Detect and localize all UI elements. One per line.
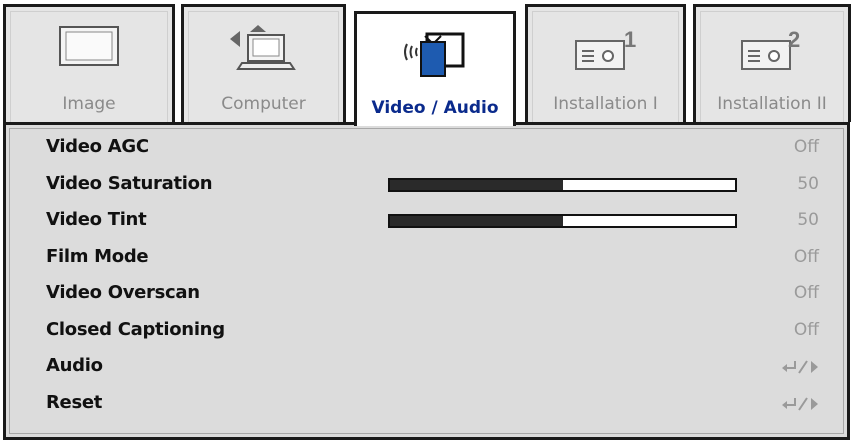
osd-menu: Image Computer Video / Audio 1 Installat… <box>0 0 853 443</box>
menu-item-value: Off <box>793 283 819 303</box>
enter-right-icon <box>782 360 818 374</box>
tv-audio-icon <box>404 32 465 77</box>
menu-item-video-overscan[interactable]: Video Overscan Off <box>6 275 847 311</box>
menu-item-value: 50 <box>797 174 819 194</box>
menu-item-closed-captioning[interactable]: Closed Captioning Off <box>6 312 847 348</box>
monitor-icon <box>59 26 119 66</box>
menu-item-video-saturation[interactable]: Video Saturation 50 <box>6 166 847 202</box>
tab-installation-1[interactable]: 1 Installation I <box>525 4 686 122</box>
tab-label: Installation I <box>553 94 658 114</box>
slider-fill <box>390 180 563 190</box>
tab-label: Computer <box>221 94 306 114</box>
menu-item-reset[interactable]: Reset <box>6 385 847 421</box>
menu-item-label: Reset <box>46 392 103 413</box>
menu-item-label: Video Tint <box>46 209 147 230</box>
svg-text:2: 2 <box>788 27 800 52</box>
projector-2-icon: 2 <box>741 27 800 70</box>
menu-item-film-mode[interactable]: Film Mode Off <box>6 239 847 275</box>
tab-computer[interactable]: Computer <box>181 4 346 122</box>
computer-input-icon <box>229 25 296 70</box>
menu-item-label: Video AGC <box>46 136 149 157</box>
tab-label: Installation II <box>717 94 827 114</box>
menu-item-label: Film Mode <box>46 246 149 267</box>
tab-label: Video / Audio <box>371 98 499 118</box>
menu-item-label: Audio <box>46 355 103 376</box>
svg-text:1: 1 <box>624 27 636 52</box>
tab-label: Image <box>62 94 116 114</box>
slider-fill <box>390 216 563 226</box>
menu-item-value: 50 <box>797 210 819 230</box>
menu-item-label: Video Overscan <box>46 282 200 303</box>
menu-item-value: Off <box>793 137 819 157</box>
tab-installation-2[interactable]: 2 Installation II <box>693 4 851 122</box>
projector-1-icon: 1 <box>574 27 636 70</box>
settings-panel: Video AGC Off Video Saturation 50 Video … <box>3 122 850 440</box>
menu-item-video-tint[interactable]: Video Tint 50 <box>6 202 847 238</box>
enter-right-icon <box>782 397 818 411</box>
menu-item-value: Off <box>793 320 819 340</box>
menu-item-audio[interactable]: Audio <box>6 348 847 384</box>
tint-slider[interactable] <box>388 214 737 228</box>
tab-image[interactable]: Image <box>3 4 175 122</box>
menu-item-label: Video Saturation <box>46 173 213 194</box>
menu-item-label: Closed Captioning <box>46 319 225 340</box>
saturation-slider[interactable] <box>388 178 737 192</box>
menu-item-value: Off <box>793 247 819 267</box>
tab-video-audio[interactable]: Video / Audio <box>354 11 516 126</box>
menu-item-video-agc[interactable]: Video AGC Off <box>6 129 847 165</box>
